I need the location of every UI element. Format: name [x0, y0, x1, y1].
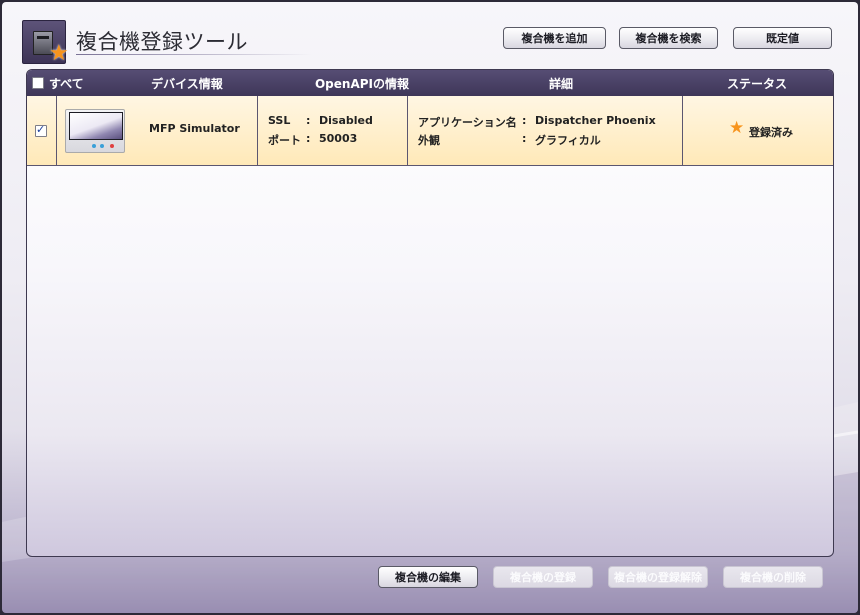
- port-value: 50003: [319, 132, 358, 145]
- defaults-button[interactable]: 既定値: [733, 27, 832, 49]
- ssl-sep: :: [306, 114, 311, 127]
- appearance-sep: :: [522, 132, 527, 145]
- table-header: すべて デバイス情報 OpenAPIの情報 詳細 ステータス: [27, 70, 833, 96]
- page-title: 複合機登録ツール: [76, 30, 248, 54]
- app-window: ★ 複合機登録ツール 複合機を追加 複合機を検索 既定値 すべて デバイス情報 …: [2, 2, 858, 613]
- select-all-cell[interactable]: すべて: [32, 70, 92, 96]
- header-openapi-info: OpenAPIの情報: [314, 76, 410, 91]
- device-info-cell: MFP Simulator: [57, 96, 258, 165]
- app-name-value: Dispatcher Phoenix: [535, 114, 656, 127]
- port-sep: :: [306, 132, 311, 145]
- port-label: ポート: [268, 134, 301, 147]
- details-cell: アプリケーション名 : Dispatcher Phoenix 外観 : グラフィ…: [408, 96, 683, 165]
- device-table: すべて デバイス情報 OpenAPIの情報 詳細 ステータス MFP Simul…: [26, 69, 834, 557]
- panel-button-dot: [100, 144, 104, 148]
- app-name-sep: :: [522, 114, 527, 127]
- register-device-button[interactable]: 複合機の登録: [493, 566, 593, 588]
- app-name-label: アプリケーション名: [418, 116, 517, 129]
- add-device-button[interactable]: 複合機を追加: [503, 27, 606, 49]
- status-text: 登録済み: [749, 126, 793, 139]
- app-logo-icon: ★: [22, 20, 69, 66]
- row-select-cell[interactable]: [27, 96, 57, 165]
- status-cell: ★ 登録済み: [683, 96, 833, 165]
- select-all-checkbox[interactable]: [32, 77, 44, 89]
- delete-device-button[interactable]: 複合機の削除: [723, 566, 823, 588]
- star-icon: ★: [49, 41, 69, 66]
- edit-device-button[interactable]: 複合機の編集: [378, 566, 478, 588]
- device-name: MFP Simulator: [149, 122, 240, 135]
- appearance-value: グラフィカル: [535, 134, 601, 147]
- ssl-label: SSL: [268, 114, 291, 127]
- ssl-value: Disabled: [319, 114, 373, 127]
- mfp-panel-thumbnail: [65, 109, 125, 153]
- unregister-device-button[interactable]: 複合機の登録解除: [608, 566, 708, 588]
- title-underline: [76, 54, 312, 55]
- panel-button-dot: [92, 144, 96, 148]
- table-row[interactable]: MFP Simulator SSL : Disabled ポート : 50003…: [27, 96, 833, 166]
- header-details: 詳細: [548, 76, 573, 91]
- select-all-label: すべて: [49, 76, 84, 91]
- panel-button-dot: [110, 144, 114, 148]
- header-status: ステータス: [726, 76, 787, 91]
- appearance-label: 外観: [418, 134, 440, 147]
- panel-screen: [69, 112, 123, 140]
- openapi-info-cell: SSL : Disabled ポート : 50003: [258, 96, 408, 165]
- row-checkbox[interactable]: [35, 123, 47, 137]
- search-device-button[interactable]: 複合機を検索: [619, 27, 718, 49]
- star-icon: ★: [729, 118, 745, 138]
- header-device-info: デバイス情報: [151, 76, 223, 91]
